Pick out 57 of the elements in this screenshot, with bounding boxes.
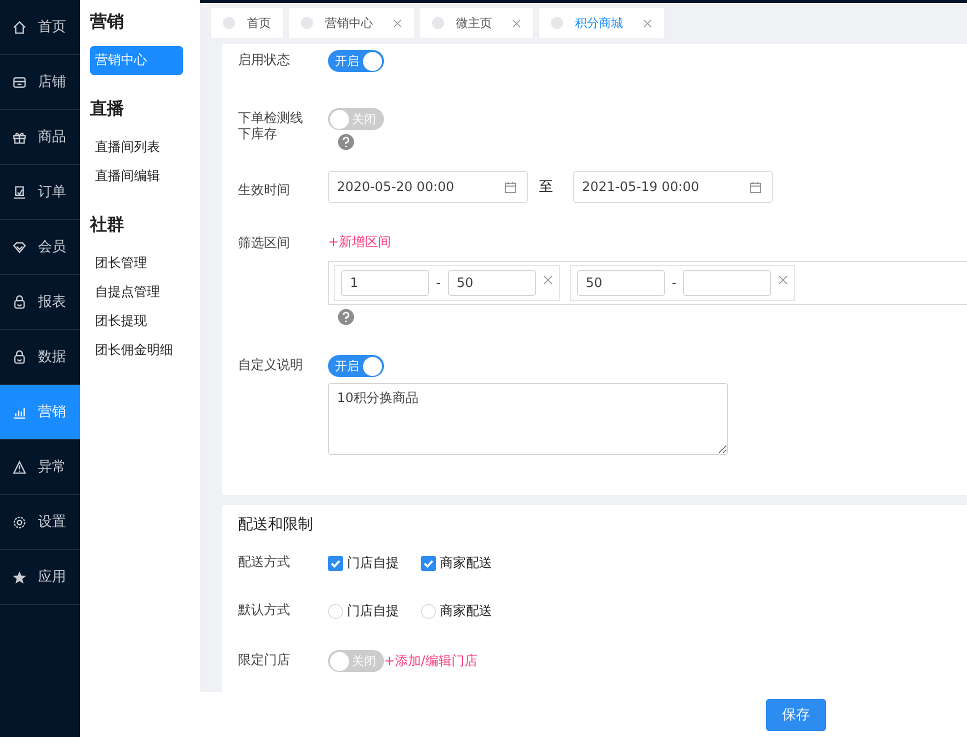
close-icon[interactable] [512, 18, 521, 28]
help-icon[interactable] [338, 134, 354, 150]
calendar-icon [749, 180, 762, 194]
submenu-heading: 直播 [90, 98, 125, 121]
checkbox-option[interactable]: 商家配送 [421, 554, 492, 572]
checkbox-option[interactable]: 门店自提 [328, 554, 399, 572]
submenu-item[interactable]: 自提点管理 [90, 278, 183, 307]
submenu-heading: 营销 [90, 11, 125, 34]
warning-icon [12, 460, 27, 474]
submenu-item[interactable]: 团长佣金明细 [90, 336, 183, 365]
submenu-item[interactable]: 直播间编辑 [90, 162, 183, 191]
remove-icon[interactable] [778, 275, 788, 285]
page-tab[interactable]: 微主页 [420, 8, 533, 38]
page-tab[interactable]: 营销中心 [289, 8, 414, 38]
radio-option[interactable]: 门店自提 [328, 602, 399, 620]
submenu-item[interactable]: 团长管理 [90, 249, 183, 278]
calendar-icon [504, 180, 517, 194]
date-field[interactable]: 2020-05-20 00:00 [328, 171, 528, 203]
settings-icon [12, 514, 27, 530]
submenu-item[interactable]: 团长提现 [90, 307, 183, 336]
dot-icon [223, 17, 235, 29]
field-label: 配送方式 [238, 555, 291, 571]
help-icon[interactable] [338, 309, 354, 325]
submenu-heading: 社群 [90, 214, 125, 237]
min-input[interactable]: 50 [576, 270, 665, 296]
star-icon [12, 570, 27, 584]
date-field[interactable]: 2021-05-19 00:00 [573, 171, 773, 203]
bag-icon [12, 294, 27, 310]
remove-icon[interactable] [542, 275, 553, 285]
range-dash: - [672, 276, 676, 290]
field-label: 筛选区间 [238, 235, 291, 253]
home-icon [12, 20, 27, 34]
description-field[interactable]: 10积分换商品 [328, 383, 728, 455]
radio-option[interactable]: 商家配送 [421, 602, 492, 620]
page-tab[interactable]: 首页 [211, 8, 283, 38]
min-input[interactable]: 1 [341, 270, 429, 296]
receipt-icon [12, 184, 27, 200]
field-label: 自定义说明 [238, 357, 304, 375]
submenu-item[interactable]: 直播间列表 [90, 133, 183, 162]
max-input[interactable] [683, 270, 772, 296]
field-label: 限定门店 [238, 653, 291, 669]
section-title: 配送和限制 [238, 515, 314, 534]
range-separator: 至 [539, 178, 553, 196]
dot-icon [551, 17, 563, 29]
field-label: 下单检测线下库存 [238, 110, 304, 144]
max-input[interactable]: 50 [448, 270, 536, 296]
dot-icon [432, 17, 444, 29]
range-dash: - [436, 276, 441, 290]
diamond-icon [12, 240, 27, 254]
dot-icon [301, 17, 313, 29]
close-icon[interactable] [643, 18, 652, 28]
field-label: 默认方式 [238, 603, 291, 619]
storefront-icon [12, 74, 27, 90]
bag-icon [12, 350, 27, 364]
field-label: 生效时间 [238, 182, 291, 200]
field-label: 启用状态 [238, 52, 291, 70]
close-icon[interactable] [393, 18, 402, 28]
